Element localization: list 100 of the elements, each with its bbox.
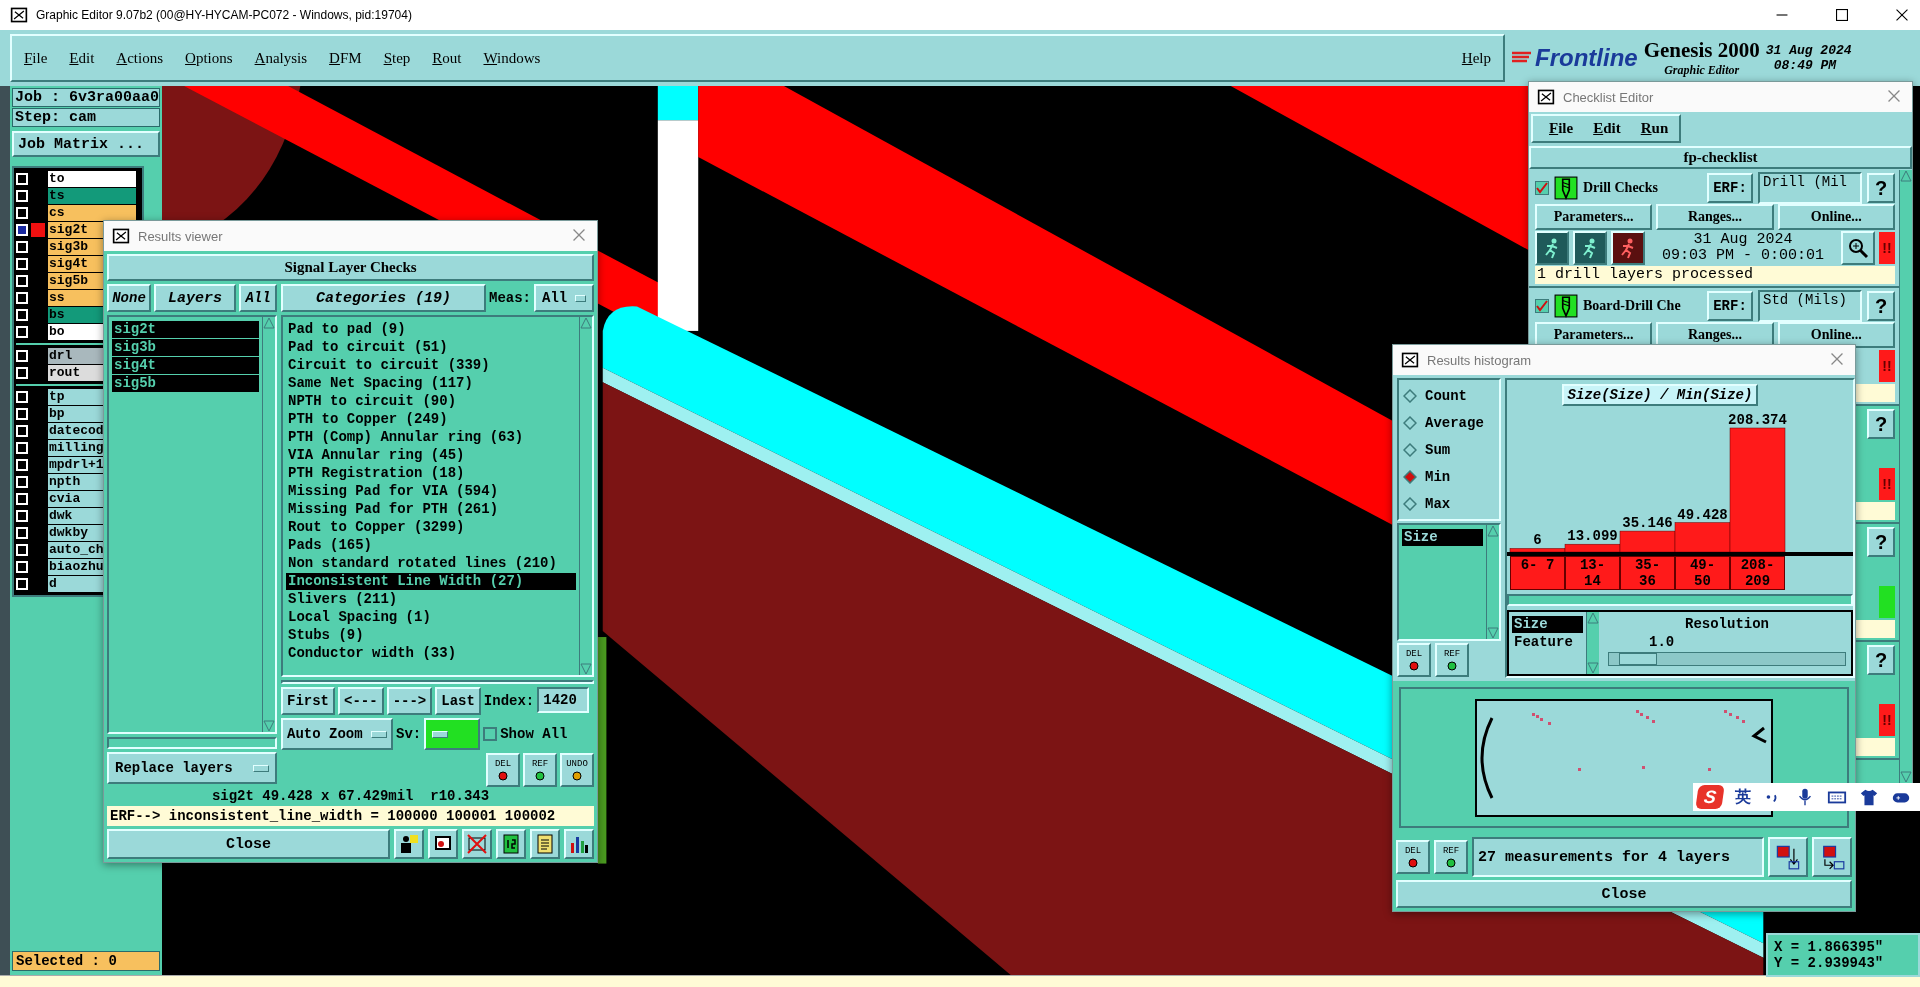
mode-radio[interactable]: Sum — [1399, 436, 1499, 463]
layer-name[interactable]: cvia — [48, 491, 104, 507]
layer-item[interactable]: sig5b — [112, 375, 259, 392]
layer-name[interactable]: bs — [48, 307, 104, 323]
mode-radio[interactable]: Min — [1399, 463, 1499, 490]
icon-button[interactable] — [496, 829, 526, 859]
layer-name[interactable]: auto_ch — [48, 542, 104, 558]
check-action-button[interactable]: Parameters... — [1535, 204, 1653, 230]
category-item[interactable]: Inconsistent Line Width (27) — [286, 573, 576, 590]
layer-checkbox[interactable] — [16, 275, 28, 287]
menu-item[interactable]: Actions — [116, 49, 164, 67]
mode-radio[interactable]: Count — [1399, 382, 1499, 409]
menu-item[interactable]: File — [24, 49, 48, 67]
layer-checkbox[interactable] — [16, 408, 28, 420]
slider-thumb[interactable] — [1619, 653, 1658, 665]
layer-name[interactable]: drl — [48, 348, 104, 364]
layer-name[interactable]: biaozhu — [48, 559, 104, 575]
category-item[interactable]: VIA Annular ring (45) — [286, 447, 576, 464]
layer-checkbox[interactable] — [16, 476, 28, 488]
layer-checkbox[interactable] — [16, 425, 28, 437]
category-item[interactable]: Slivers (211) — [286, 591, 576, 608]
erf-field[interactable]: Drill (Mil — [1758, 172, 1862, 204]
help-button[interactable]: ? — [1867, 409, 1895, 439]
layer-checkbox[interactable] — [16, 241, 28, 253]
layer-name[interactable]: cs — [48, 205, 136, 221]
mode-radio[interactable]: Average — [1399, 409, 1499, 436]
layer-name[interactable]: npth — [48, 474, 104, 490]
check-action-button[interactable]: Online... — [1777, 322, 1895, 348]
layer-checkbox[interactable] — [16, 367, 28, 379]
menu-item[interactable]: File — [1549, 120, 1574, 137]
menu-item[interactable]: Edit — [69, 49, 95, 67]
category-item[interactable]: NPTH to circuit (90) — [286, 393, 576, 410]
help-button[interactable]: ? — [1867, 527, 1895, 557]
layer-checkbox[interactable] — [16, 527, 28, 539]
del-button[interactable]: DEL — [486, 753, 520, 787]
check-action-button[interactable]: Online... — [1777, 204, 1895, 230]
category-item[interactable]: Conductor width (33) — [286, 645, 576, 662]
layer-name[interactable]: bp — [48, 406, 104, 422]
close-button[interactable]: Close — [107, 829, 390, 859]
help-button[interactable]: ? — [1867, 291, 1895, 321]
help-menu[interactable]: Help — [1461, 49, 1491, 67]
menu-item[interactable]: Rout — [432, 49, 462, 67]
icon-button[interactable] — [564, 829, 594, 859]
erf-button[interactable]: ERF: — [1707, 173, 1753, 203]
layer-checkbox[interactable] — [16, 561, 28, 573]
menu-item[interactable]: Step — [383, 49, 411, 67]
run-button[interactable] — [1611, 231, 1645, 265]
nav-button[interactable]: Last — [435, 687, 481, 715]
layer-checkbox[interactable] — [16, 173, 28, 185]
horizontal-scrollbar[interactable] — [1507, 594, 1853, 606]
menu-item[interactable]: Options — [185, 49, 233, 67]
run-button[interactable] — [1535, 231, 1569, 265]
index-field[interactable]: 1420 — [537, 687, 590, 713]
category-item[interactable]: Stubs (9) — [286, 627, 576, 644]
field-item[interactable]: Size — [1402, 529, 1483, 546]
close-button[interactable]: Close — [1396, 880, 1852, 908]
category-item[interactable]: Pad to pad (9) — [286, 321, 576, 338]
undo-button[interactable]: UNDO — [560, 753, 594, 787]
slider-track[interactable] — [1608, 652, 1846, 666]
ref-button[interactable]: REF — [1435, 643, 1469, 677]
category-item[interactable]: PTH (Comp) Annular ring (63) — [286, 429, 576, 446]
category-item[interactable]: Pad to circuit (51) — [286, 339, 576, 356]
ime-logo[interactable]: S — [1695, 785, 1725, 809]
layer-name[interactable]: mpdrl+1 — [48, 457, 104, 473]
layer-item[interactable]: sig2t — [112, 321, 259, 338]
layer-name[interactable]: ts — [48, 188, 136, 204]
layer-checkbox[interactable] — [16, 459, 28, 471]
icon-button[interactable] — [394, 829, 424, 859]
menu-item[interactable]: Analysis — [254, 49, 308, 67]
nav-button[interactable]: ---> — [386, 687, 433, 715]
layer-checkbox[interactable] — [16, 391, 28, 403]
layer-checkbox[interactable] — [16, 190, 28, 202]
layer-name[interactable]: ss — [48, 290, 104, 306]
erf-button[interactable]: ERF: — [1707, 291, 1753, 321]
icon-button[interactable] — [428, 829, 458, 859]
layer-checkbox[interactable] — [16, 350, 28, 362]
layers-header[interactable]: Layers — [154, 284, 236, 312]
icon-button[interactable] — [1768, 837, 1808, 877]
menu-item[interactable]: DFM — [329, 49, 362, 67]
horizontal-scrollbar[interactable] — [107, 737, 277, 749]
layer-checkbox[interactable] — [16, 258, 28, 270]
zoom-mode-dropdown[interactable]: Auto Zoom — [281, 718, 393, 750]
layer-name[interactable]: dwkby — [48, 525, 104, 541]
icon-button[interactable] — [1812, 837, 1852, 877]
all-button[interactable]: All — [239, 284, 277, 312]
layer-name[interactable]: milling — [48, 440, 104, 456]
category-item[interactable]: PTH Registration (18) — [286, 465, 576, 482]
layer-checkbox[interactable] — [16, 544, 28, 556]
layer-name[interactable]: dwk — [48, 508, 104, 524]
sort-field-item[interactable]: Feature — [1512, 634, 1583, 651]
layer-name[interactable]: sig3b — [48, 239, 104, 255]
menu-item[interactable]: Run — [1640, 120, 1669, 137]
category-item[interactable]: Non standard rotated lines (210) — [286, 555, 576, 572]
replace-mode-dropdown[interactable]: Replace layers — [107, 752, 277, 784]
del-button[interactable]: DEL — [1396, 840, 1430, 874]
nav-button[interactable]: First — [281, 687, 335, 715]
check-checkbox[interactable] — [1535, 181, 1549, 195]
layer-checkbox[interactable] — [16, 292, 28, 304]
layer-name[interactable]: sig4t — [48, 256, 104, 272]
category-item[interactable]: Pads (165) — [286, 537, 576, 554]
